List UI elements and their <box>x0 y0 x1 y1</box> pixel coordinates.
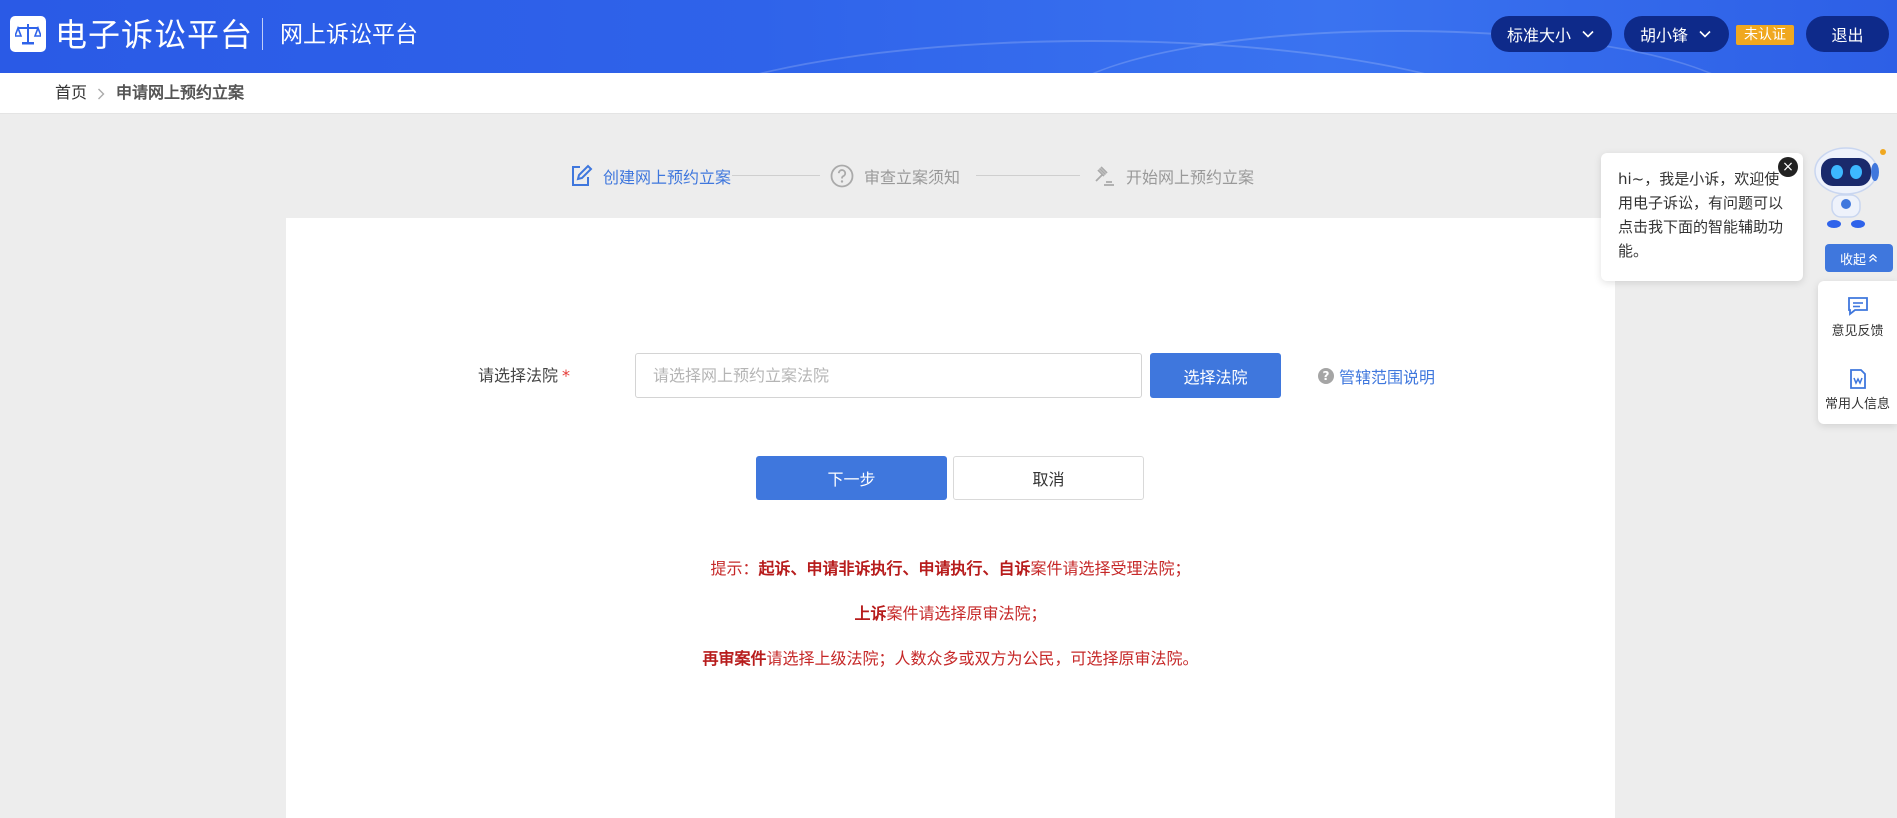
tip-bold: 再审案件 <box>702 649 767 668</box>
jurisdiction-help-label: 管辖范围说明 <box>1339 368 1436 387</box>
assistant-greeting-bubble: hi~，我是小诉，欢迎使用电子诉讼，有问题可以点击我下面的智能辅助功能。 <box>1601 153 1803 281</box>
tip-line-3: 再审案件请选择上级法院；人数众多或双方为公民，可选择原审法院。 <box>286 648 1615 670</box>
tip-text: 请选择上级法院；人数众多或双方为公民，可选择原审法院。 <box>766 649 1199 668</box>
court-field-label: 请选择法院 * <box>478 365 570 387</box>
chevron-down-icon <box>1582 30 1594 38</box>
top-header: 电子诉讼平台 网上诉讼平台 标准大小 胡小锋 未认证 退出 <box>0 0 1897 73</box>
chevron-up-icon <box>1869 253 1877 262</box>
tip-text: 案件请选择受理法院； <box>1030 559 1191 578</box>
next-step-button[interactable]: 下一步 <box>756 456 947 500</box>
chevron-down-icon <box>1699 30 1711 38</box>
user-name: 胡小锋 <box>1640 26 1689 45</box>
user-dropdown[interactable]: 胡小锋 <box>1624 16 1729 52</box>
logout-button[interactable]: 退出 <box>1806 16 1889 52</box>
edit-icon <box>572 164 593 186</box>
tip-bold: 上诉 <box>854 604 887 623</box>
help-circle-icon: ? <box>1318 368 1334 384</box>
cancel-button[interactable]: 取消 <box>953 456 1144 500</box>
assistant-greeting: hi~，我是小诉，欢迎使用电子诉讼，有问题可以点击我下面的智能辅助功能。 <box>1618 170 1784 260</box>
platform-subtitle: 网上诉讼平台 <box>280 22 418 48</box>
tip-prefix: 提示： <box>710 559 759 578</box>
chat-bubble-icon <box>1847 297 1868 316</box>
tip-text: 案件请选择原审法院； <box>886 604 1047 623</box>
auth-status-badge[interactable]: 未认证 <box>1736 25 1794 45</box>
court-label-text: 请选择法院 <box>478 366 559 385</box>
jurisdiction-help-link[interactable]: ? 管辖范围说明 <box>1318 365 1435 387</box>
document-icon <box>1849 369 1866 389</box>
scales-logo-icon[interactable] <box>10 16 46 52</box>
platform-title[interactable]: 电子诉讼平台 <box>55 13 253 57</box>
step-label: 创建网上预约立案 <box>603 168 732 187</box>
collapse-label: 收起 <box>1839 252 1866 268</box>
gavel-icon <box>1095 166 1114 186</box>
step-start: 开始网上预约立案 <box>1092 162 1254 190</box>
contacts-info-label: 常用人信息 <box>1824 397 1890 412</box>
font-size-dropdown[interactable]: 标准大小 <box>1491 16 1612 52</box>
close-icon[interactable]: × <box>1778 157 1798 177</box>
question-circle-icon <box>830 164 854 188</box>
select-court-button[interactable]: 选择法院 <box>1150 353 1281 398</box>
contacts-info-button[interactable]: 常用人信息 <box>1818 369 1897 412</box>
breadcrumb: 首页 申请网上预约立案 <box>0 73 1897 114</box>
court-input[interactable] <box>635 353 1142 398</box>
tip-bold: 起诉、申请非诉执行、申请执行、自诉 <box>758 559 1031 578</box>
required-mark: * <box>562 366 571 385</box>
step-create: 创建网上预约立案 <box>569 162 731 190</box>
robot-assistant-icon[interactable] <box>1806 138 1897 238</box>
collapse-assistant-button[interactable]: 收起 <box>1825 244 1893 272</box>
step-label: 开始网上预约立案 <box>1126 168 1255 187</box>
step-connector <box>732 175 820 176</box>
font-size-label: 标准大小 <box>1507 26 1572 45</box>
feedback-label: 意见反馈 <box>1831 324 1884 339</box>
step-review: 审查立案须知 <box>830 162 960 190</box>
form-card <box>286 218 1615 818</box>
tip-line-2: 上诉案件请选择原审法院； <box>286 603 1615 625</box>
step-label: 审查立案须知 <box>864 168 961 187</box>
chevron-right-icon <box>98 88 105 100</box>
feedback-button[interactable]: 意见反馈 <box>1818 296 1897 339</box>
breadcrumb-current: 申请网上预约立案 <box>116 83 245 102</box>
step-connector <box>976 175 1080 176</box>
title-divider <box>262 18 263 50</box>
breadcrumb-home[interactable]: 首页 <box>55 83 87 103</box>
tip-line-1: 提示：起诉、申请非诉执行、申请执行、自诉案件请选择受理法院； <box>286 558 1615 580</box>
